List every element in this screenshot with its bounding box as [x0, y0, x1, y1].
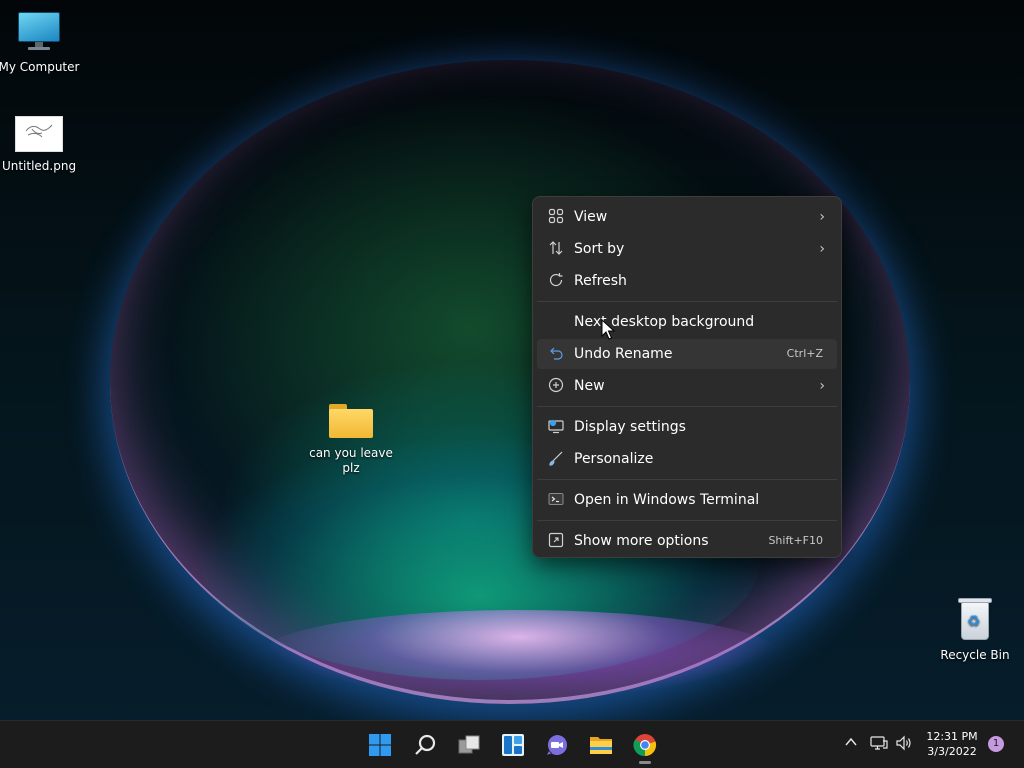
widgets-button[interactable]	[495, 727, 531, 763]
menu-item-shortcut: Ctrl+Z	[786, 347, 823, 360]
search-icon	[415, 734, 436, 755]
clock-time: 12:31 PM	[926, 730, 978, 743]
menu-item-label: Personalize	[574, 451, 654, 467]
desktop[interactable]: My Computer Untitled.png can you leave p…	[0, 0, 1024, 720]
more-options-icon	[547, 532, 565, 550]
new-plus-icon	[547, 377, 565, 395]
desktop-icon-folder[interactable]: can you leave plz	[308, 404, 394, 476]
widgets-icon	[502, 734, 524, 756]
refresh-icon	[547, 272, 565, 290]
clock-date: 3/3/2022	[927, 745, 977, 758]
chrome-icon	[633, 734, 657, 757]
undo-icon	[547, 345, 565, 363]
chrome-button[interactable]	[627, 727, 663, 764]
menu-item-label: View	[574, 209, 608, 225]
start-button[interactable]	[362, 727, 398, 763]
monitor-icon	[18, 12, 60, 52]
menu-item-label: Display settings	[574, 419, 686, 435]
chevron-up-icon[interactable]	[844, 735, 858, 753]
folder-icon	[590, 737, 612, 754]
menu-separator	[537, 301, 837, 302]
teams-chat-icon	[547, 735, 567, 755]
menu-item-label: New	[574, 378, 605, 394]
running-indicator	[639, 761, 651, 764]
menu-item-shortcut: Shift+F10	[768, 534, 823, 547]
folder-icon	[329, 404, 373, 438]
menu-separator	[537, 479, 837, 480]
taskbar: 12:31 PM 3/3/2022 1	[0, 720, 1024, 768]
terminal-icon	[547, 491, 565, 509]
display-settings-icon	[547, 418, 565, 436]
desktop-context-menu: View › Sort by › Refresh Next desktop ba…	[532, 196, 842, 558]
task-view-button[interactable]	[451, 727, 487, 763]
menu-item-label: Undo Rename	[574, 346, 673, 362]
chevron-right-icon: ›	[819, 378, 825, 394]
menu-item-refresh[interactable]: Refresh	[537, 266, 837, 296]
sort-icon	[547, 240, 565, 258]
menu-item-undo-rename[interactable]: Undo Rename Ctrl+Z	[537, 339, 837, 369]
menu-item-sort-by[interactable]: Sort by ›	[537, 234, 837, 264]
menu-item-open-in-windows-terminal[interactable]: Open in Windows Terminal	[537, 485, 837, 515]
menu-separator	[537, 406, 837, 407]
desktop-icon-label: can you leave plz	[309, 446, 393, 475]
menu-item-label: Open in Windows Terminal	[574, 492, 760, 508]
chat-button[interactable]	[539, 727, 575, 763]
search-button[interactable]	[407, 727, 443, 763]
chevron-right-icon: ›	[819, 241, 825, 257]
menu-separator	[537, 520, 837, 521]
desktop-icon-label: Recycle Bin	[940, 648, 1010, 662]
task-view-icon	[458, 735, 480, 754]
menu-item-display-settings[interactable]: Display settings	[537, 412, 837, 442]
notification-badge[interactable]: 1	[988, 736, 1004, 752]
menu-item-next-desktop-background[interactable]: Next desktop background	[537, 307, 837, 337]
image-thumbnail-icon	[15, 116, 63, 152]
desktop-icon-label: My Computer	[0, 60, 80, 74]
taskbar-clock[interactable]: 12:31 PM 3/3/2022	[920, 729, 984, 759]
brush-icon	[547, 450, 565, 468]
view-grid-icon	[547, 208, 565, 226]
menu-item-personalize[interactable]: Personalize	[537, 444, 837, 474]
menu-item-label: Sort by	[574, 241, 625, 257]
menu-item-label: Refresh	[574, 273, 627, 289]
desktop-icon-recycle-bin[interactable]: ♻ Recycle Bin	[932, 596, 1018, 663]
menu-item-label: Show more options	[574, 533, 709, 549]
desktop-icon-my-computer[interactable]: My Computer	[0, 12, 82, 75]
recycle-bin-icon: ♻	[958, 596, 992, 640]
windows-logo-icon	[369, 734, 391, 756]
file-explorer-button[interactable]	[583, 727, 619, 763]
menu-item-view[interactable]: View ›	[537, 202, 837, 232]
menu-item-show-more-options[interactable]: Show more options Shift+F10	[537, 526, 837, 556]
wallpaper-bloom-rim	[260, 610, 780, 700]
desktop-icon-label: Untitled.png	[1, 159, 77, 173]
menu-item-new[interactable]: New ›	[537, 371, 837, 401]
chevron-right-icon: ›	[819, 209, 825, 225]
mouse-cursor-icon	[601, 319, 615, 340]
volume-icon[interactable]	[895, 735, 913, 755]
desktop-icon-untitled-png[interactable]: Untitled.png	[0, 116, 82, 174]
network-icon[interactable]	[870, 735, 888, 755]
